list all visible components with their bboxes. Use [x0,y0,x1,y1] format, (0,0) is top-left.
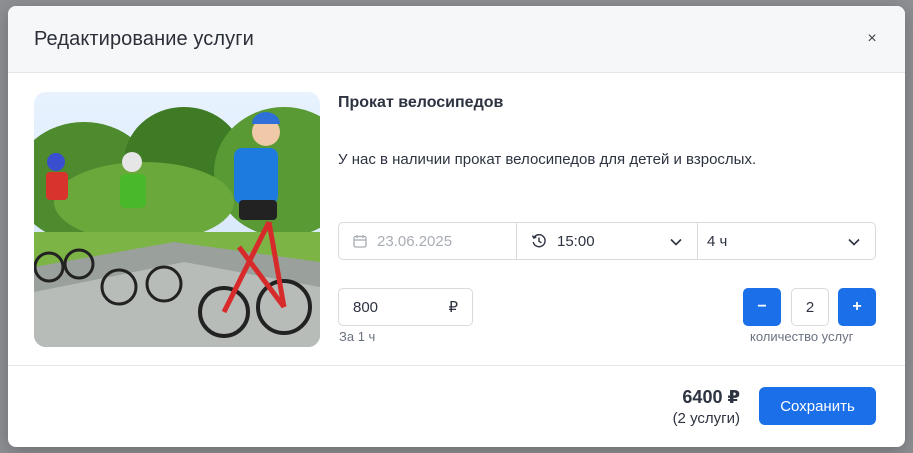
duration-select[interactable]: 4 ч [698,223,875,259]
edit-service-modal: Редактирование услуги × Прокат велосипед… [8,6,905,447]
clock-history-icon [531,234,546,248]
total-amount: 6400 ₽ [682,387,740,407]
service-photo [34,92,320,347]
close-icon[interactable]: × [861,28,883,50]
price-input[interactable]: 800 ₽ [338,288,473,326]
quantity-value[interactable]: 2 [791,288,829,326]
time-select[interactable]: 15:00 [517,223,698,259]
total-services-count: (2 услуги) [672,410,740,427]
duration-value: 4 ч [707,232,728,250]
modal-title: Редактирование услуги [34,27,254,50]
date-value: 23.06.2025 [377,232,453,250]
total-summary: 6400 ₽ (2 услуги) [673,386,740,427]
price-value: 800 [353,298,379,316]
price-hint: За 1 ч [339,329,376,344]
chevron-down-icon [848,238,860,246]
decrease-quantity-button[interactable]: − [743,288,781,326]
service-title: Прокат велосипедов [338,94,504,111]
currency-symbol: ₽ [448,299,458,316]
calendar-icon [353,235,367,248]
cycling-kids-photo-icon [34,92,320,347]
quantity-label: количество услуг [750,329,854,344]
modal-footer: 6400 ₽ (2 услуги) Сохранить [8,365,905,447]
date-picker[interactable]: 23.06.2025 [339,223,517,259]
chevron-down-icon [670,238,682,246]
booking-picker: 23.06.2025 15:00 4 ч [338,222,876,260]
save-button[interactable]: Сохранить [759,387,876,425]
time-value: 15:00 [557,232,595,250]
service-description: У нас в наличии прокат велосипедов для д… [338,151,757,168]
modal-header: Редактирование услуги × [8,6,905,73]
increase-quantity-button[interactable]: + [838,288,876,326]
